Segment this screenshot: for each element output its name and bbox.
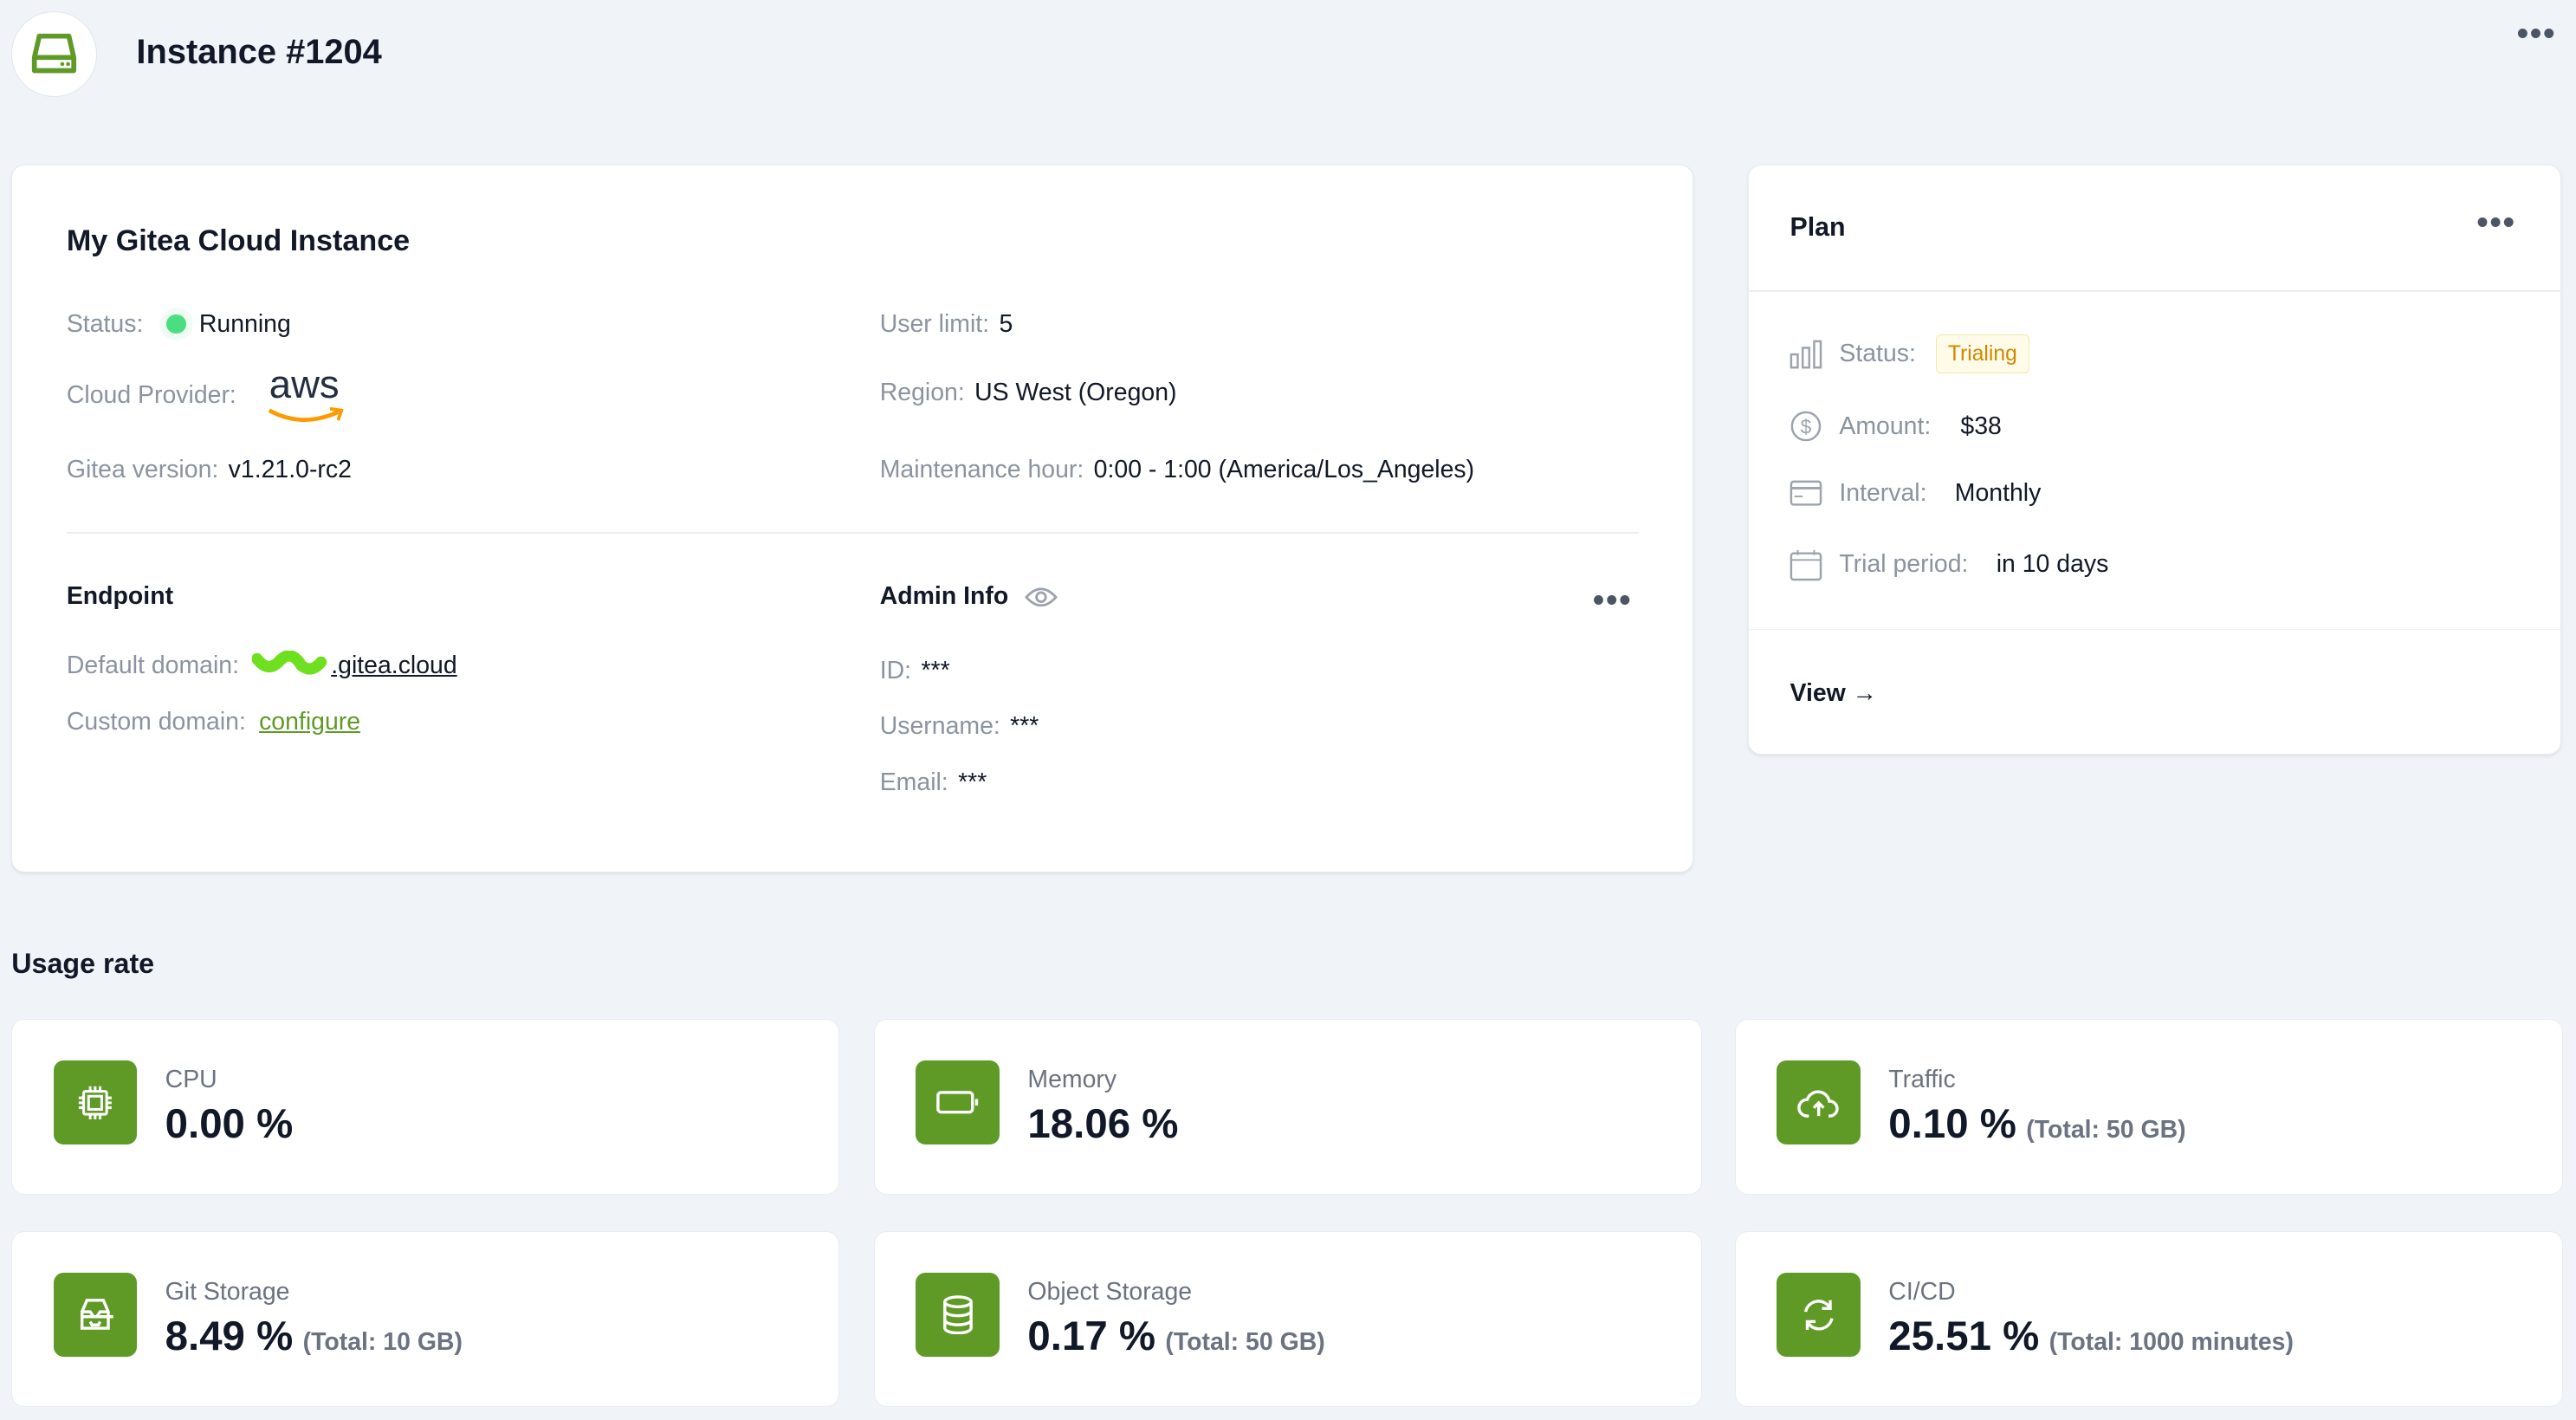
archive-icon	[53, 1273, 138, 1357]
bar-chart-icon	[1790, 340, 1822, 368]
admin-email-value: ***	[958, 768, 987, 796]
maintenance-label: Maintenance hour:	[879, 456, 1084, 484]
usage-total: (Total: 1000 minutes)	[2049, 1327, 2294, 1356]
admin-username-label: Username:	[879, 712, 1000, 741]
cpu-icon	[53, 1060, 138, 1145]
page-title: Instance #1204	[136, 32, 382, 71]
usage-name: Git Storage	[165, 1277, 290, 1306]
usage-name: Memory	[1027, 1066, 1117, 1094]
usage-value: 18.06 %	[1027, 1100, 1179, 1147]
instance-avatar	[11, 11, 97, 97]
usage-name: Object Storage	[1027, 1277, 1193, 1306]
usage-total: (Total: 50 GB)	[2026, 1115, 2186, 1144]
usage-value: 0.10 %	[1888, 1100, 2016, 1147]
running-dot-icon	[165, 314, 186, 334]
divider	[1749, 628, 2560, 631]
usage-value: 0.17 %	[1027, 1313, 1156, 1359]
trialing-badge: Trialing	[1935, 334, 2030, 374]
admin-id-label: ID:	[879, 656, 912, 684]
usage-card-memory: Memory 18.06 %	[874, 1018, 1702, 1195]
status-value: Running	[198, 309, 291, 338]
usage-card-cpu: CPU 0.00 %	[11, 1018, 840, 1195]
status-label: Status:	[66, 309, 144, 338]
divider	[1749, 289, 2560, 292]
version-label: Gitea version:	[66, 456, 219, 484]
trial-period-label: Trial period:	[1839, 550, 1969, 579]
interval-label: Interval:	[1839, 478, 1927, 507]
user-limit-value: 5	[999, 309, 1013, 338]
default-domain-link[interactable]: .gitea.cloud	[252, 650, 457, 680]
configure-domain-link[interactable]: configure	[259, 708, 360, 736]
usage-title: Usage rate	[11, 948, 155, 980]
region-label: Region:	[879, 379, 965, 407]
trial-period-value: in 10 days	[1996, 550, 2109, 579]
eye-icon[interactable]	[1025, 586, 1058, 609]
instance-name: My Gitea Cloud Instance	[66, 224, 411, 257]
instance-card: My Gitea Cloud Instance Status: Running …	[11, 164, 1694, 873]
admin-id-value: ***	[921, 656, 950, 684]
usage-value: 25.51 %	[1888, 1313, 2040, 1359]
version-value: v1.21.0-rc2	[228, 456, 352, 484]
usage-card-traffic: Traffic 0.10 % (Total: 50 GB)	[1734, 1018, 2563, 1195]
dollar-icon: $	[1791, 411, 1822, 442]
user-limit-label: User limit:	[879, 309, 990, 338]
usage-card-git-storage: Git Storage 8.49 % (Total: 10 GB)	[11, 1230, 840, 1407]
plan-title: Plan	[1790, 212, 1846, 242]
admin-more-menu-icon[interactable]: •••	[1593, 584, 1633, 617]
plan-status-label: Status:	[1839, 340, 1916, 368]
endpoint-title: Endpoint	[66, 582, 174, 611]
database-icon	[916, 1273, 1000, 1357]
page-more-menu-icon[interactable]: •••	[2517, 17, 2557, 50]
admin-username-value: ***	[1010, 712, 1039, 741]
usage-name: Traffic	[1888, 1066, 1956, 1094]
usage-total: (Total: 10 GB)	[302, 1327, 463, 1356]
amount-label: Amount:	[1839, 412, 1932, 440]
cloud-upload-icon	[1777, 1060, 1861, 1145]
svg-text:$: $	[1801, 416, 1812, 438]
region-value: US West (Oregon)	[974, 379, 1177, 407]
provider-label: Cloud Provider:	[66, 380, 236, 409]
usage-value: 0.00 %	[165, 1100, 294, 1147]
calendar-icon	[1790, 549, 1822, 580]
divider	[66, 531, 1639, 534]
usage-total: (Total: 50 GB)	[1165, 1327, 1325, 1356]
redaction-scribble	[252, 650, 331, 675]
refresh-icon	[1777, 1273, 1861, 1357]
usage-card-object-storage: Object Storage 0.17 % (Total: 50 GB)	[874, 1230, 1702, 1407]
usage-name: CI/CD	[1888, 1277, 1956, 1306]
default-domain-label: Default domain:	[66, 652, 240, 680]
usage-name: CPU	[165, 1066, 217, 1094]
aws-logo: aws	[266, 362, 348, 425]
amount-value: $38	[1960, 412, 2002, 440]
admin-email-label: Email:	[879, 768, 948, 796]
interval-value: Monthly	[1954, 478, 2042, 507]
battery-icon	[916, 1060, 1000, 1145]
credit-card-icon	[1790, 480, 1822, 506]
usage-card-cicd: CI/CD 25.51 % (Total: 1000 minutes)	[1734, 1230, 2563, 1407]
custom-domain-label: Custom domain:	[66, 707, 246, 736]
view-plan-link[interactable]: View →	[1790, 679, 1877, 708]
maintenance-value: 0:00 - 1:00 (America/Los_Angeles)	[1093, 456, 1475, 484]
plan-more-menu-icon[interactable]: •••	[2476, 206, 2516, 239]
server-icon	[32, 33, 77, 74]
plan-card: Plan ••• Status: Trialing $ Amount: $38 …	[1748, 164, 2561, 755]
usage-value: 8.49 %	[165, 1313, 294, 1359]
admin-info-title: Admin Info	[879, 582, 1009, 611]
